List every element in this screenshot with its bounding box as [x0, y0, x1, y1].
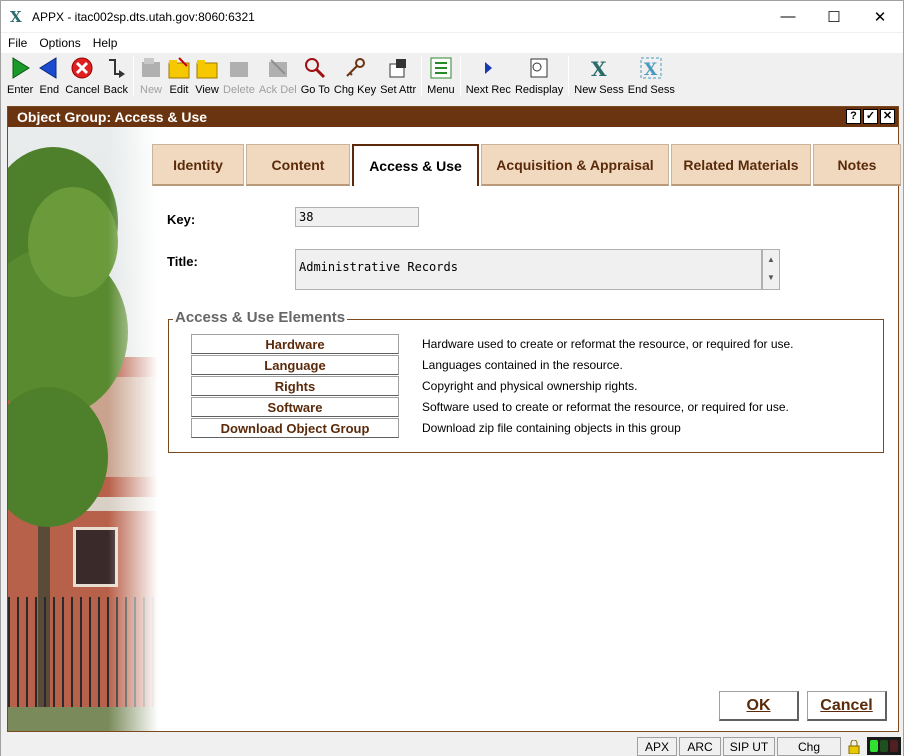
lock-icon — [844, 737, 864, 756]
tab-acquisition-appraisal[interactable]: Acquisition & Appraisal — [481, 144, 669, 186]
goto-magnifier-icon — [303, 56, 327, 80]
status-chg: Chg — [777, 737, 841, 756]
enter-arrow-icon — [8, 56, 32, 80]
ack-delete-icon — [266, 56, 290, 80]
title-bar: X APPX - itac002sp.dts.utah.gov:8060:632… — [1, 1, 903, 32]
menu-file[interactable]: File — [1, 36, 32, 50]
rights-description: Copyright and physical ownership rights. — [422, 379, 638, 393]
end-session-icon: X — [639, 56, 663, 80]
edit-folder-icon — [167, 56, 191, 80]
delete-icon — [227, 56, 251, 80]
title-label: Title: — [167, 254, 198, 269]
software-description: Software used to create or reformat the … — [422, 400, 789, 414]
maximize-button[interactable]: ☐ — [811, 1, 857, 32]
tab-access-use[interactable]: Access & Use — [352, 144, 479, 186]
set-attributes-button[interactable]: Set Attr — [378, 54, 418, 98]
app-window: X APPX - itac002sp.dts.utah.gov:8060:632… — [0, 0, 904, 756]
status-apx: APX — [637, 737, 677, 756]
status-arc: ARC — [679, 737, 721, 756]
end-arrow-icon — [37, 56, 61, 80]
title-scrollbar[interactable]: ▲ ▼ — [762, 249, 780, 290]
toolbar: Enter End Cancel Back New Edit View Dele… — [1, 54, 903, 99]
key-label: Key: — [167, 212, 196, 227]
frame-title: Object Group: Access & Use — [17, 109, 208, 125]
language-description: Languages contained in the resource. — [422, 358, 623, 372]
tab-strip: Identity Content Access & Use Acquisitio… — [152, 144, 903, 186]
tab-identity[interactable]: Identity — [152, 144, 244, 186]
menu-options[interactable]: Options — [32, 36, 85, 50]
end-button[interactable]: End — [35, 54, 63, 98]
redisplay-button[interactable]: Redisplay — [513, 54, 565, 98]
download-description: Download zip file containing objects in … — [422, 421, 681, 435]
accept-button[interactable]: ✓ — [863, 109, 878, 124]
rights-button[interactable]: Rights — [191, 376, 399, 396]
frame-header: Object Group: Access & Use ? ✓ ✕ — [8, 107, 898, 127]
menu-button[interactable]: Menu — [425, 54, 457, 98]
menu-bar: File Options Help — [1, 33, 903, 53]
language-button[interactable]: Language — [191, 355, 399, 375]
minimize-button[interactable]: — — [765, 1, 811, 32]
scroll-down-icon[interactable]: ▼ — [763, 268, 779, 286]
change-key-button[interactable]: Chg Key — [332, 54, 378, 98]
menu-list-icon — [429, 56, 453, 80]
help-button[interactable]: ? — [846, 109, 861, 124]
menu-help[interactable]: Help — [86, 36, 123, 50]
back-button[interactable]: Back — [102, 54, 130, 98]
next-record-icon — [476, 56, 500, 80]
view-button[interactable]: View — [193, 54, 221, 98]
edit-button[interactable]: Edit — [165, 54, 193, 98]
new-session-icon: X — [587, 56, 611, 80]
new-button[interactable]: New — [137, 54, 165, 98]
enter-button[interactable]: Enter — [5, 54, 35, 98]
view-folder-icon — [195, 56, 219, 80]
change-key-icon — [343, 56, 367, 80]
toolbar-separator — [568, 56, 570, 96]
cancel-icon — [70, 56, 94, 80]
cancel-form-button[interactable]: Cancel — [807, 691, 887, 721]
delete-button[interactable]: Delete — [221, 54, 257, 98]
download-object-group-button[interactable]: Download Object Group — [191, 418, 399, 438]
set-attributes-icon — [386, 56, 410, 80]
new-icon — [139, 56, 163, 80]
tab-notes[interactable]: Notes — [813, 144, 901, 186]
tab-related-materials[interactable]: Related Materials — [671, 144, 811, 186]
hardware-description: Hardware used to create or reformat the … — [422, 337, 794, 351]
end-session-button[interactable]: X End Sess — [626, 54, 677, 98]
side-photo — [8, 127, 158, 731]
close-window-button[interactable]: ✕ — [857, 1, 903, 32]
hardware-button[interactable]: Hardware — [191, 334, 399, 354]
scroll-up-icon[interactable]: ▲ — [763, 250, 779, 268]
close-frame-button[interactable]: ✕ — [880, 109, 895, 124]
toolbar-separator — [459, 56, 461, 96]
toolbar-separator — [421, 56, 423, 96]
next-record-button[interactable]: Next Rec — [464, 54, 513, 98]
svg-text:X: X — [644, 60, 658, 80]
tab-content[interactable]: Content — [246, 144, 350, 186]
title-field[interactable]: Administrative Records — [295, 249, 762, 290]
object-group-frame: Object Group: Access & Use ? ✓ ✕ Identit… — [7, 106, 901, 732]
window-title: APPX - itac002sp.dts.utah.gov:8060:6321 — [32, 9, 255, 24]
appx-logo-icon: X — [10, 7, 22, 26]
group-title: Access & Use Elements — [173, 309, 348, 326]
status-sip-ut: SIP UT — [723, 737, 775, 756]
cancel-button[interactable]: Cancel — [63, 54, 101, 98]
ack-delete-button[interactable]: Ack Del — [257, 54, 299, 98]
key-field[interactable]: 38 — [295, 207, 419, 227]
new-session-button[interactable]: X New Sess — [572, 54, 626, 98]
status-bar: APX ARC SIP UT Chg — [1, 736, 903, 756]
goto-button[interactable]: Go To — [299, 54, 332, 98]
redisplay-icon — [527, 56, 551, 80]
ok-button[interactable]: OK — [719, 691, 799, 721]
back-icon — [104, 56, 128, 80]
svg-text:X: X — [591, 57, 607, 80]
toolbar-separator — [133, 56, 135, 96]
connection-lights-icon — [867, 737, 901, 755]
software-button[interactable]: Software — [191, 397, 399, 417]
